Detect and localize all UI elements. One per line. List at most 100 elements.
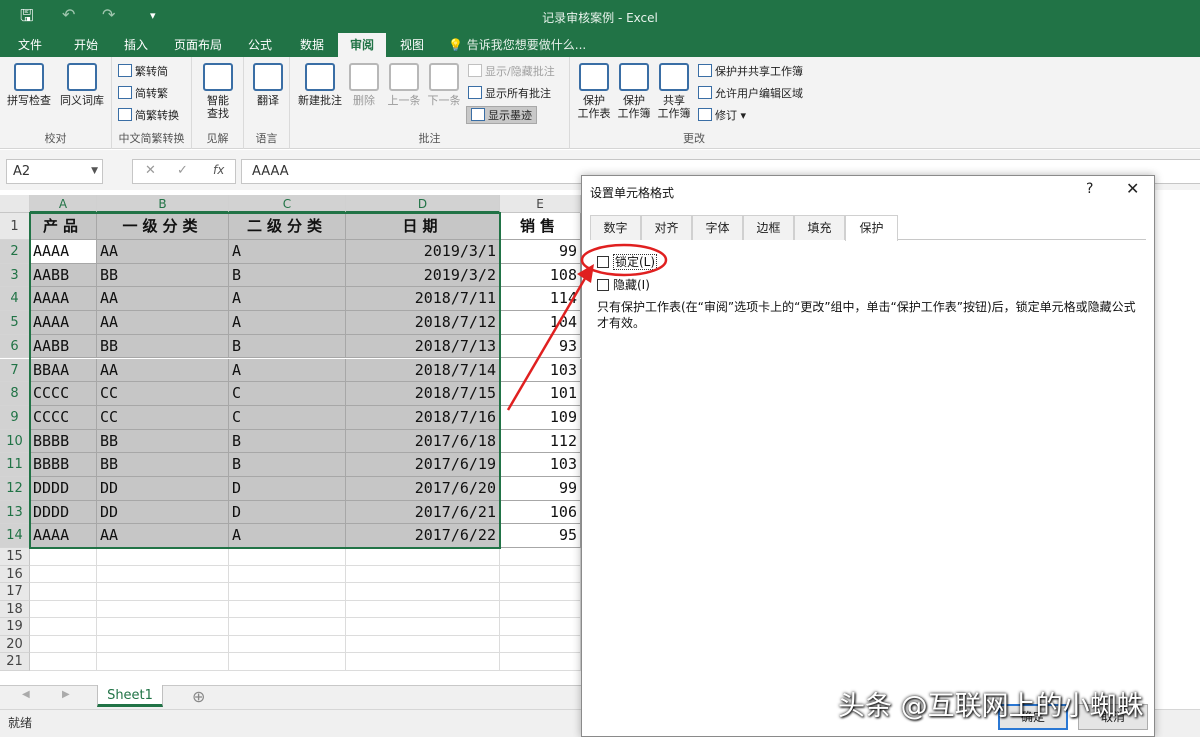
data-cell[interactable]: A	[229, 240, 346, 264]
tab-data[interactable]: 数据	[288, 33, 336, 57]
data-cell[interactable]: CCCC	[30, 382, 97, 406]
data-cell[interactable]: 2018/7/14	[346, 358, 500, 383]
data-cell[interactable]: D	[229, 477, 346, 501]
data-cell[interactable]: DD	[97, 477, 229, 501]
share-workbook-button[interactable]: 共享 工作簿	[656, 63, 692, 120]
empty-cell[interactable]	[346, 635, 500, 654]
header-cell[interactable]: 销售	[500, 213, 581, 240]
column-header-c[interactable]: C	[229, 195, 346, 213]
empty-cell[interactable]	[500, 653, 581, 671]
show-all-comments-button[interactable]: 显示所有批注	[468, 85, 551, 103]
show-hide-comment-button[interactable]: 显示/隐藏批注	[468, 63, 555, 81]
data-cell[interactable]: 99	[500, 477, 581, 501]
tab-page-layout[interactable]: 页面布局	[166, 33, 230, 57]
data-cell[interactable]: 108	[500, 263, 581, 288]
data-cell[interactable]: AA	[97, 240, 229, 264]
empty-cell[interactable]	[30, 600, 97, 619]
tab-review[interactable]: 审阅	[338, 33, 386, 57]
to-simplified-button[interactable]: 繁转简	[118, 63, 168, 81]
empty-cell[interactable]	[346, 653, 500, 671]
help-icon[interactable]: ?	[1086, 181, 1093, 197]
allow-edit-ranges-button[interactable]: 允许用户编辑区域	[698, 85, 803, 103]
data-cell[interactable]: CC	[97, 405, 229, 430]
data-cell[interactable]: AA	[97, 311, 229, 335]
row-header[interactable]: 7	[0, 358, 30, 383]
empty-cell[interactable]	[30, 618, 97, 636]
to-traditional-button[interactable]: 简转繁	[118, 85, 168, 103]
row-header[interactable]: 20	[0, 635, 30, 654]
next-comment-button[interactable]: 下一条	[426, 63, 462, 107]
data-cell[interactable]: AABB	[30, 334, 97, 359]
empty-cell[interactable]	[30, 548, 97, 566]
data-cell[interactable]: 99	[500, 240, 581, 264]
data-cell[interactable]: A	[229, 358, 346, 383]
name-box[interactable]: A2 ▼	[6, 159, 103, 184]
row-header[interactable]: 10	[0, 429, 30, 454]
tab-formulas[interactable]: 公式	[236, 33, 284, 57]
data-cell[interactable]: 2017/6/20	[346, 477, 500, 501]
smart-lookup-button[interactable]: 智能 查找	[198, 63, 238, 120]
empty-cell[interactable]	[229, 600, 346, 619]
add-sheet-icon[interactable]: ⊕	[192, 687, 205, 706]
data-cell[interactable]: B	[229, 429, 346, 454]
data-cell[interactable]: 103	[500, 358, 581, 383]
tab-fill[interactable]: 填充	[794, 215, 845, 240]
column-header-b[interactable]: B	[97, 195, 229, 213]
empty-cell[interactable]	[500, 635, 581, 654]
empty-cell[interactable]	[97, 618, 229, 636]
row-header[interactable]: 12	[0, 477, 30, 501]
data-cell[interactable]: 2019/3/1	[346, 240, 500, 264]
empty-cell[interactable]	[30, 635, 97, 654]
tab-number[interactable]: 数字	[590, 215, 641, 240]
header-cell[interactable]: 产品	[30, 213, 97, 240]
empty-cell[interactable]	[229, 653, 346, 671]
data-cell[interactable]: 2018/7/12	[346, 311, 500, 335]
empty-cell[interactable]	[500, 548, 581, 566]
data-cell[interactable]: 2019/3/2	[346, 263, 500, 288]
data-cell[interactable]: DDDD	[30, 500, 97, 525]
empty-cell[interactable]	[500, 618, 581, 636]
tab-home[interactable]: 开始	[62, 33, 110, 57]
data-cell[interactable]: B	[229, 263, 346, 288]
data-cell[interactable]: 103	[500, 453, 581, 477]
protect-share-button[interactable]: 保护并共享工作簿	[698, 63, 803, 81]
empty-cell[interactable]	[346, 548, 500, 566]
data-cell[interactable]: DD	[97, 500, 229, 525]
tell-me-box[interactable]: 💡 告诉我您想要做什么...	[448, 33, 586, 57]
row-header[interactable]: 21	[0, 653, 30, 671]
data-cell[interactable]: C	[229, 382, 346, 406]
data-cell[interactable]: BB	[97, 263, 229, 288]
empty-cell[interactable]	[500, 565, 581, 584]
data-cell[interactable]: BB	[97, 453, 229, 477]
data-cell[interactable]: CCCC	[30, 405, 97, 430]
data-cell[interactable]: AA	[97, 287, 229, 312]
empty-cell[interactable]	[229, 618, 346, 636]
tab-alignment[interactable]: 对齐	[641, 215, 692, 240]
row-header[interactable]: 6	[0, 334, 30, 359]
data-cell[interactable]: AAAA	[30, 311, 97, 335]
row-header[interactable]: 1	[0, 213, 30, 240]
row-header[interactable]: 18	[0, 600, 30, 619]
data-cell[interactable]: 2018/7/15	[346, 382, 500, 406]
empty-cell[interactable]	[346, 565, 500, 584]
column-header-a[interactable]: A	[30, 195, 97, 213]
data-cell[interactable]: B	[229, 453, 346, 477]
hidden-option[interactable]: 隐藏(I)	[597, 277, 650, 293]
empty-cell[interactable]	[97, 635, 229, 654]
new-comment-button[interactable]: 新建批注	[296, 63, 344, 107]
row-header[interactable]: 3	[0, 263, 30, 288]
data-cell[interactable]: 2017/6/18	[346, 429, 500, 454]
row-header[interactable]: 5	[0, 311, 30, 335]
row-header[interactable]: 17	[0, 583, 30, 601]
empty-cell[interactable]	[229, 565, 346, 584]
data-cell[interactable]: BBAA	[30, 358, 97, 383]
data-cell[interactable]: AA	[97, 524, 229, 549]
row-header[interactable]: 14	[0, 524, 30, 549]
data-cell[interactable]: AABB	[30, 263, 97, 288]
track-changes-button[interactable]: 修订 ▾	[698, 107, 746, 125]
empty-cell[interactable]	[97, 600, 229, 619]
data-cell[interactable]: BB	[97, 334, 229, 359]
cancel-icon[interactable]: ✕	[145, 163, 156, 178]
worksheet-grid[interactable]: ABCDE 1 2 3 4 5 6 7 8 9 10 11 12 13 14 15 16 17 18 19 20 21 产…	[0, 195, 581, 685]
data-cell[interactable]: 2018/7/11	[346, 287, 500, 312]
